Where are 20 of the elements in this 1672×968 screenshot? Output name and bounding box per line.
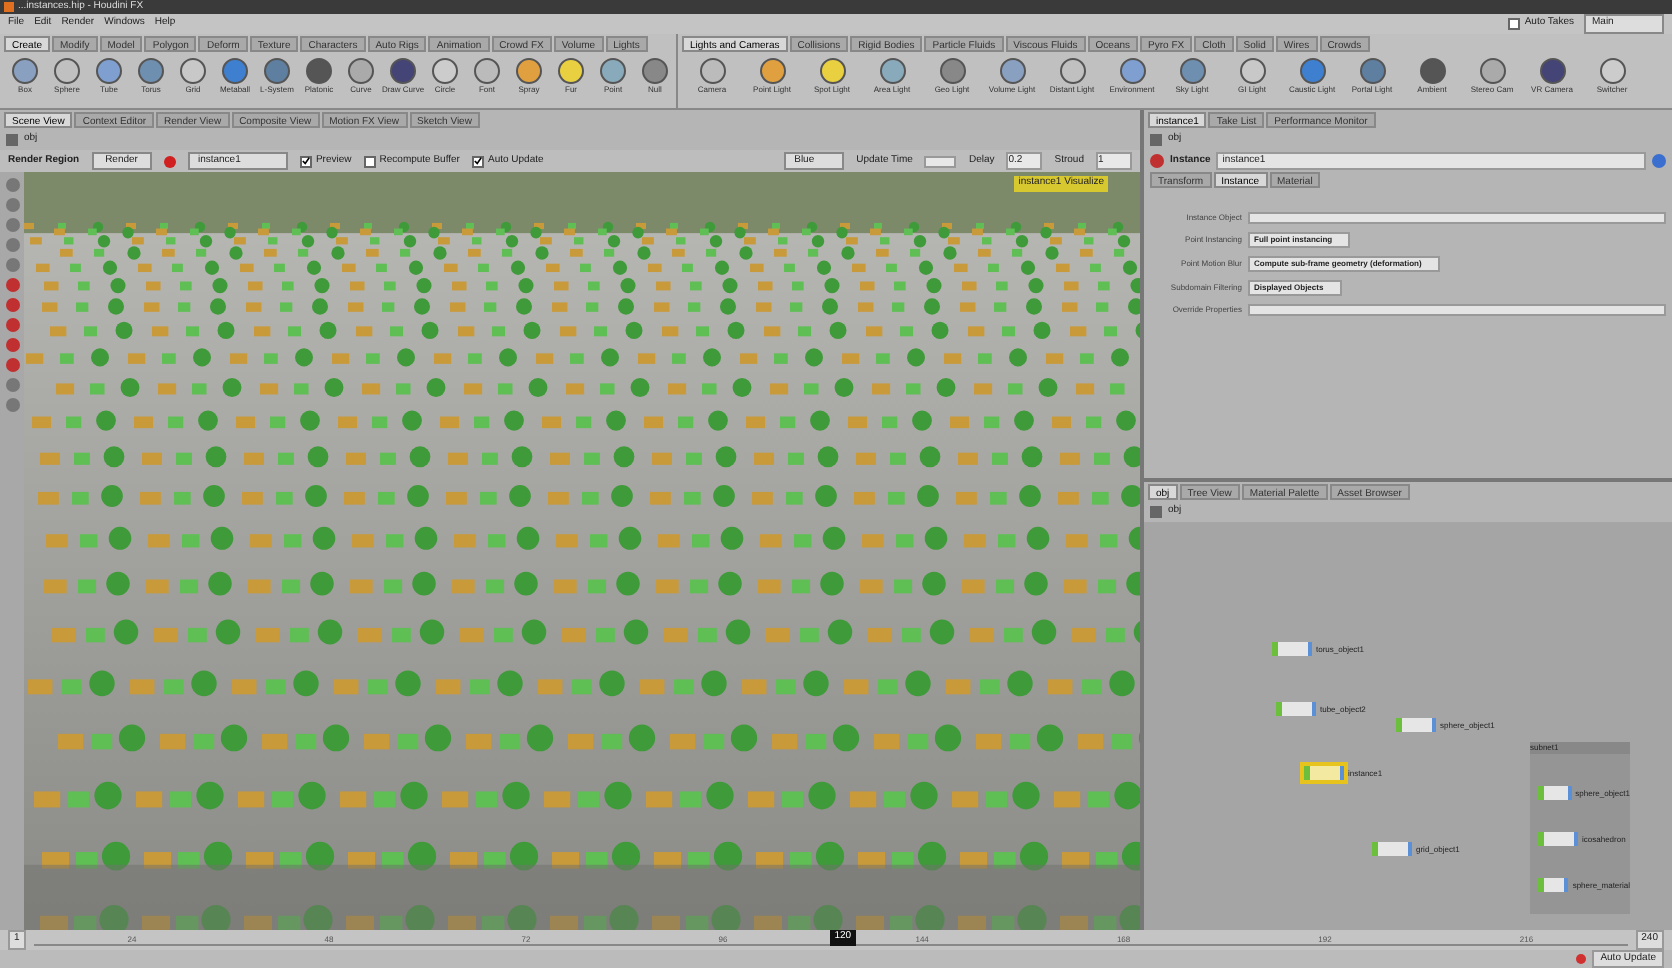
stop-icon[interactable] [163, 155, 176, 167]
network-node[interactable] [1538, 832, 1578, 846]
update-time-field[interactable] [924, 155, 957, 167]
network-node[interactable] [1272, 642, 1312, 656]
network-node[interactable] [1304, 766, 1344, 780]
network-node[interactable] [1276, 702, 1316, 716]
network-node[interactable] [1538, 786, 1572, 800]
param-field[interactable] [1248, 212, 1666, 224]
param-field[interactable] [1248, 304, 1666, 316]
network-node[interactable] [1538, 878, 1569, 892]
app-icon [4, 2, 14, 12]
checkbox[interactable] [363, 155, 376, 167]
network-node[interactable] [1372, 842, 1412, 856]
checkbox[interactable] [471, 155, 484, 167]
checkbox[interactable] [299, 155, 312, 167]
error-icon [1576, 954, 1587, 964]
checkbox[interactable] [1508, 18, 1521, 30]
node-icon [1150, 154, 1164, 168]
network-node[interactable] [1396, 718, 1436, 732]
help-icon[interactable] [1652, 154, 1666, 168]
